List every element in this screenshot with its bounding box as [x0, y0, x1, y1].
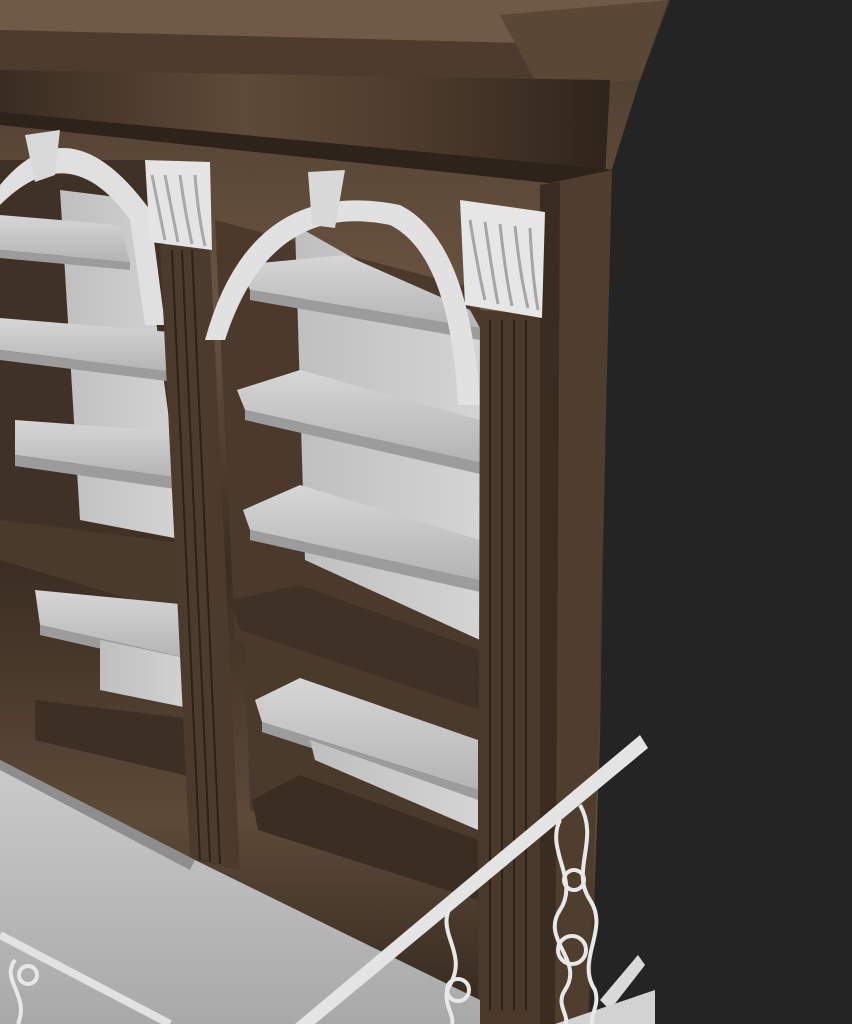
viewport [0, 0, 852, 1024]
render-canvas [0, 0, 852, 1024]
